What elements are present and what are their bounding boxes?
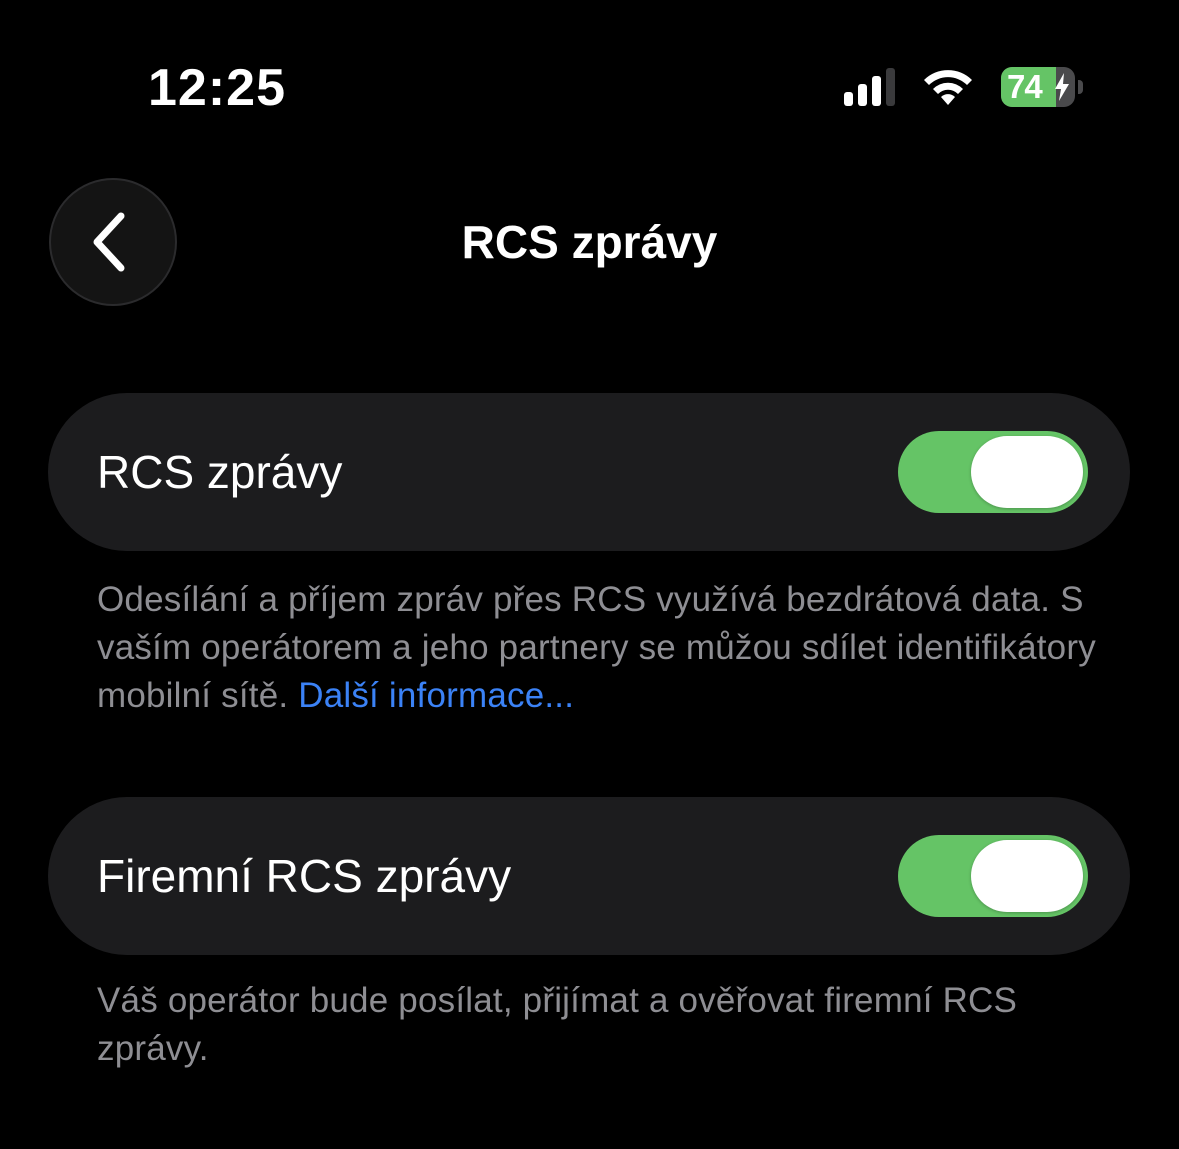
business-rcs-messages-toggle[interactable] [898,835,1088,917]
more-info-link[interactable]: Další informace... [298,676,574,715]
setting-row-business-rcs-messages: Firemní RCS zprávy [48,797,1130,955]
setting-label-business-rcs-messages: Firemní RCS zprávy [97,850,512,902]
battery-cap [1078,80,1083,94]
bolt-icon [1055,73,1069,101]
battery-charging-icon: 74 [1001,67,1083,107]
status-icons: 74 [844,64,1083,110]
page-title: RCS zprávy [461,216,718,268]
rcs-messages-footnote: Odesílání a příjem zpráv přes RCS využív… [97,576,1097,720]
cellular-signal-icon [844,68,895,106]
rcs-messages-toggle[interactable] [898,431,1088,513]
battery-level: 74 [1007,68,1043,105]
setting-label-rcs-messages: RCS zprávy [97,446,343,498]
rcs-messages-footnote-text: Odesílání a příjem zpráv přes RCS využív… [97,580,1096,715]
setting-row-rcs-messages: RCS zprávy [48,393,1130,551]
toggle-knob [971,840,1083,912]
business-rcs-messages-footnote: Váš operátor bude posílat, přijímat a ov… [97,981,1018,1068]
toggle-knob [971,436,1083,508]
wifi-icon [924,70,972,105]
status-time: 12:25 [148,59,286,117]
